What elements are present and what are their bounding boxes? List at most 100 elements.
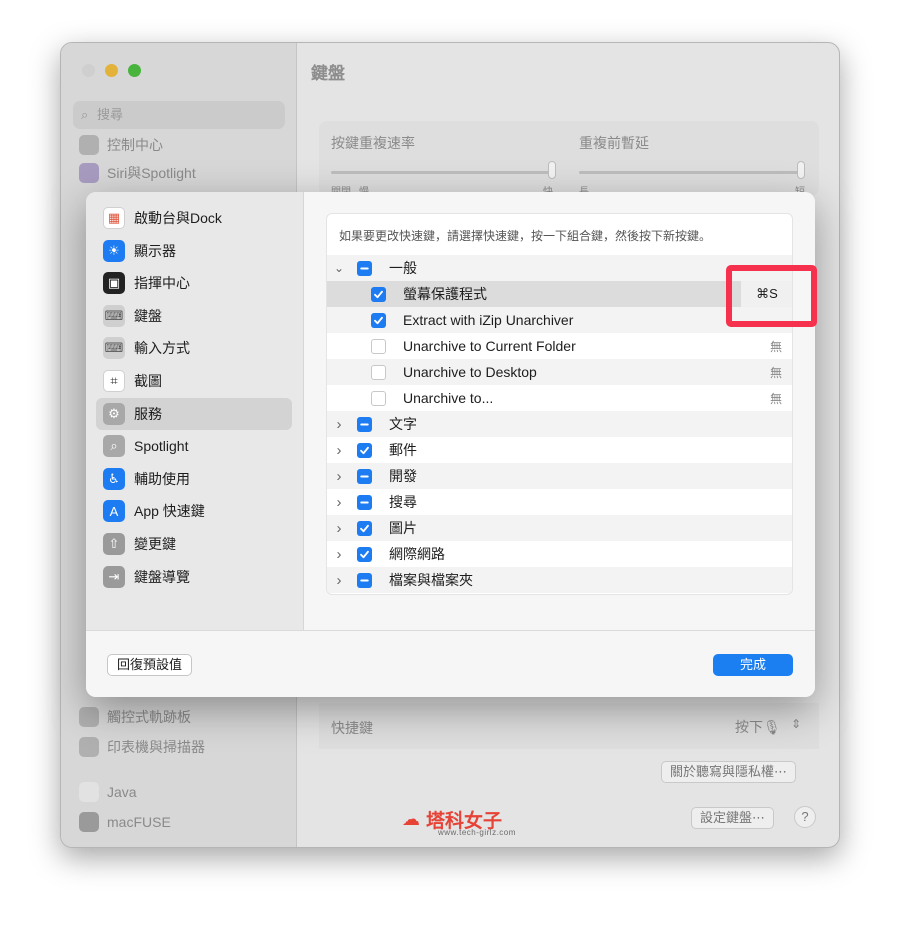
shortcut-select[interactable]: 按下🎙	[735, 717, 781, 737]
shortcut-value[interactable]: 無	[770, 390, 782, 407]
service-row[interactable]: Extract with iZip Unarchiver	[327, 307, 792, 333]
app-store-icon: A	[103, 500, 125, 523]
sidebar-item-app-store[interactable]: A App 快速鍵	[96, 495, 292, 527]
launchpad-icon: ▦	[103, 207, 125, 229]
sidebar-item-accessibility[interactable]: ♿ 輔助使用	[96, 463, 292, 495]
trackpad-icon	[79, 707, 99, 727]
services-gear-icon: ⚙	[103, 402, 125, 425]
service-row[interactable]: › 網際網路	[327, 541, 792, 567]
about-dictation-button[interactable]: 關於聽寫與隱私權⋯	[661, 761, 797, 783]
service-label: 檔案與檔案夾	[389, 572, 473, 588]
key-repeat-slider[interactable]	[331, 171, 556, 174]
service-row[interactable]: 螢幕保護程式 ⌘S	[327, 281, 792, 307]
delay-label: 重複前暫延	[579, 135, 649, 151]
chevron-right-icon[interactable]: ›	[334, 442, 344, 459]
shortcut-value[interactable]: 無	[770, 338, 782, 355]
service-checkbox[interactable]	[357, 520, 372, 536]
service-label: 網際網路	[389, 546, 445, 562]
service-label: 開發	[389, 468, 417, 484]
service-checkbox[interactable]	[357, 572, 372, 588]
service-label: 螢幕保護程式	[403, 286, 487, 302]
service-checkbox[interactable]	[357, 260, 372, 276]
chevron-down-icon[interactable]: ⌄	[334, 261, 344, 275]
done-button[interactable]: 完成	[713, 654, 793, 676]
control-center-icon	[79, 135, 99, 155]
service-row[interactable]: ⌄ 一般	[327, 255, 792, 281]
service-row[interactable]: Unarchive to Current Folder 無	[327, 333, 792, 359]
chevron-right-icon[interactable]: ›	[334, 572, 344, 589]
service-checkbox[interactable]	[357, 494, 372, 510]
sidebar-item-services-gear[interactable]: ⚙ 服務	[96, 397, 292, 430]
service-checkbox[interactable]	[357, 546, 372, 562]
service-label: Unarchive to Desktop	[403, 364, 537, 380]
sidebar-item-label: App 快速鍵	[134, 503, 205, 520]
chevron-right-icon[interactable]: ›	[334, 520, 344, 537]
sidebar-item-keyboard-navigation[interactable]: ⇥ 鍵盤導覽	[96, 561, 292, 593]
service-label: 搜尋	[389, 494, 417, 510]
shortcut-label: 快捷鍵	[331, 720, 373, 736]
sidebar-item-keyboard[interactable]: ⌨ 鍵盤	[96, 300, 292, 332]
shortcuts-main: 如果要更改快速鍵，請選擇快速鍵，按一下組合鍵，然後按下新按鍵。 ⌄ 一般 螢幕保護程…	[305, 192, 815, 630]
delay-slider[interactable]	[579, 171, 804, 174]
sidebar-item-control-center[interactable]: 控制中心	[79, 133, 163, 157]
chevron-right-icon[interactable]: ›	[334, 546, 344, 563]
sidebar-item-launchpad[interactable]: ▦ 啟動台與Dock	[96, 202, 292, 234]
service-label: Extract with iZip Unarchiver	[403, 312, 574, 328]
key-repeat-knob[interactable]	[548, 161, 556, 179]
service-checkbox[interactable]	[357, 416, 372, 432]
services-list: 如果要更改快速鍵，請選擇快速鍵，按一下組合鍵，然後按下新按鍵。 ⌄ 一般 螢幕保護程…	[326, 213, 793, 595]
sidebar-item-label: 服務	[134, 405, 162, 422]
sidebar-item-label: 輸入方式	[134, 340, 190, 357]
shortcut-highlight-box	[726, 265, 817, 327]
close-button[interactable]	[82, 64, 95, 77]
service-row[interactable]: Unarchive to... 無	[327, 385, 792, 411]
minimize-button[interactable]	[105, 64, 118, 77]
service-row[interactable]: › 檔案與檔案夾	[327, 567, 792, 593]
sidebar-item-label: macFUSE	[107, 814, 171, 830]
sidebar-item-mission-control[interactable]: ▣ 指揮中心	[96, 267, 292, 299]
service-checkbox[interactable]	[357, 442, 372, 458]
service-checkbox[interactable]	[371, 364, 386, 380]
sidebar-item-label: 啟動台與Dock	[134, 210, 222, 226]
service-row[interactable]: › 郵件	[327, 437, 792, 463]
service-row[interactable]: › 文字	[327, 411, 792, 437]
sidebar-item-spotlight[interactable]: ⌕ Spotlight	[96, 430, 292, 462]
spotlight-icon: ⌕	[103, 435, 125, 458]
delay-knob[interactable]	[797, 161, 805, 179]
sidebar-item-screenshot[interactable]: ⌗ 截圖	[96, 365, 292, 397]
sidebar-item-modifier-keys[interactable]: ⇧ 變更鍵	[96, 528, 292, 560]
chevron-right-icon[interactable]: ›	[334, 468, 344, 485]
sidebar-item-siri[interactable]: Siri與Spotlight	[79, 161, 196, 185]
macfuse-icon	[79, 812, 99, 832]
key-repeat-label: 按鍵重複速率	[331, 135, 415, 151]
sidebar-item-label: Spotlight	[134, 438, 189, 455]
service-checkbox[interactable]	[371, 338, 386, 354]
shortcuts-sidebar: ▦ 啟動台與Dock ☀ 顯示器 ▣ 指揮中心 ⌨ 鍵盤 ⌨ 輸入方式 ⌗ 截圖 ⚙ 服務 ⌕ Spotlig…	[86, 192, 304, 630]
sidebar-item-trackpad[interactable]: 觸控式軌跡板	[79, 705, 191, 729]
service-row[interactable]: › 圖片	[327, 515, 792, 541]
service-row[interactable]: › 開發	[327, 463, 792, 489]
setup-keyboard-button[interactable]: 設定鍵盤⋯	[691, 807, 775, 829]
service-checkbox[interactable]	[371, 390, 386, 406]
service-row[interactable]: Unarchive to Desktop 無	[327, 359, 792, 385]
sidebar-item-input-sources[interactable]: ⌨ 輸入方式	[96, 332, 292, 364]
sidebar-item-display[interactable]: ☀ 顯示器	[96, 235, 292, 267]
keyboard-navigation-icon: ⇥	[103, 565, 125, 588]
sidebar-item-java[interactable]: Java	[79, 780, 137, 804]
zoom-button[interactable]	[128, 64, 141, 77]
sidebar-item-printers[interactable]: 印表機與掃描器	[79, 735, 205, 759]
chevron-right-icon[interactable]: ›	[334, 416, 344, 433]
service-label: 郵件	[389, 442, 417, 458]
modifier-keys-icon: ⇧	[103, 533, 125, 555]
help-button[interactable]: ?	[794, 806, 816, 828]
search-input[interactable]: ⌕ 搜尋	[73, 101, 285, 129]
shortcut-value[interactable]: 無	[770, 364, 782, 381]
input-sources-icon: ⌨	[103, 337, 125, 360]
service-row[interactable]: › 搜尋	[327, 489, 792, 515]
service-checkbox[interactable]	[371, 312, 386, 328]
chevron-right-icon[interactable]: ›	[334, 494, 344, 511]
service-checkbox[interactable]	[371, 286, 386, 302]
restore-defaults-button[interactable]: 回復預設值	[107, 654, 193, 676]
sidebar-item-macfuse[interactable]: macFUSE	[79, 810, 171, 834]
service-checkbox[interactable]	[357, 468, 372, 484]
